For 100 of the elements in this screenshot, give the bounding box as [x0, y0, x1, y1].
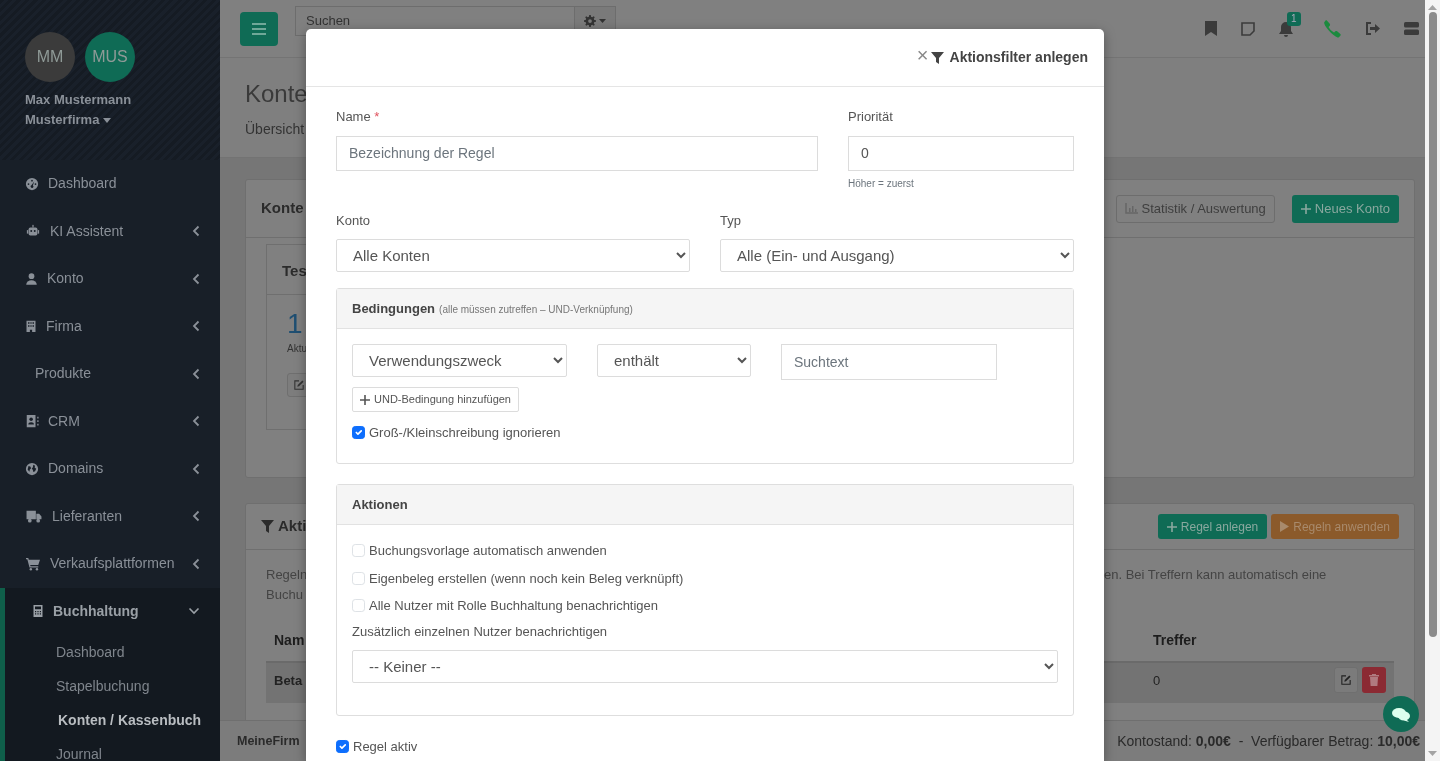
checkbox-label: Eigenbeleg erstellen (wenn noch kein Beleg verknüpft)	[369, 569, 684, 588]
add-condition-button[interactable]: UND-Bedingung hinzufügen	[352, 387, 519, 412]
table-cell: Beta	[274, 673, 303, 688]
field-label: Konto	[336, 211, 371, 230]
chevron-icon	[192, 415, 200, 428]
submenu-item[interactable]: Journal	[5, 737, 220, 761]
notification-count: 1	[1287, 12, 1301, 26]
menu-item[interactable]: Produkte	[0, 350, 220, 398]
chevron-icon	[192, 462, 200, 475]
cart-icon	[25, 556, 41, 571]
caret-icon	[103, 117, 112, 123]
menu-item[interactable]: Verkaufsplattformen	[0, 540, 220, 588]
select-field[interactable]: enthält	[597, 344, 751, 377]
description-text: en. Bei Treffern kann automatisch eine	[1104, 567, 1327, 582]
footer-brand: MeineFirm	[237, 732, 300, 750]
priority-field[interactable]: 0	[848, 135, 1074, 171]
delete-button[interactable]	[1362, 667, 1386, 693]
trash-icon	[1369, 674, 1379, 686]
search-text-field[interactable]: Suchtext	[781, 344, 997, 380]
checkbox-label: Groß-/Kleinschreibung ignorieren	[369, 424, 561, 442]
menu-item[interactable]: KI Assistent	[0, 207, 220, 255]
action-button[interactable]: Statistik / Auswertung	[1115, 194, 1275, 223]
submenu-item[interactable]: Konten / Kassenbuch	[5, 703, 220, 737]
card-title: Konte	[261, 198, 304, 219]
menu-item[interactable]: Lieferanten	[0, 492, 220, 540]
submenu-item[interactable]: Dashboard	[5, 635, 220, 669]
field-label: Name *	[336, 108, 381, 126]
chevron-icon	[192, 510, 200, 523]
play-icon	[1280, 521, 1290, 532]
menu-item[interactable]: Konto	[0, 255, 220, 303]
checkbox[interactable]	[336, 740, 349, 754]
truck-icon	[25, 509, 43, 524]
company-name[interactable]: Musterfirma	[25, 110, 100, 130]
chevron-icon	[192, 367, 200, 380]
checkbox-label: Alle Nutzer mit Rolle Buchhaltung benachrichtigen	[369, 597, 659, 615]
server-icon[interactable]	[1404, 22, 1419, 35]
building-icon	[25, 319, 37, 334]
field-label: Priorität	[848, 108, 894, 126]
section-title: Bedingungen	[352, 299, 436, 318]
plus-icon	[1166, 521, 1177, 532]
contact-card-icon	[25, 414, 39, 429]
card-title: Akti	[278, 516, 307, 537]
table-cell: 0	[1153, 673, 1161, 688]
filter-icon	[930, 51, 944, 64]
user-icon	[25, 271, 38, 286]
field-label: Zusätzlich einzelnen Nutzer benachrichtigen	[352, 622, 609, 641]
plus-icon	[360, 394, 370, 405]
scroll-down-icon[interactable]	[1428, 751, 1437, 756]
submenu-item[interactable]: Stapelbuchung	[5, 669, 220, 703]
chevron-icon	[192, 272, 200, 285]
checkbox[interactable]	[352, 426, 365, 440]
gear-icon	[584, 14, 596, 27]
page-title: Konte	[245, 79, 309, 109]
edit-icon	[1341, 674, 1351, 686]
user-name: Max Mustermann	[25, 91, 133, 109]
plus-icon	[1300, 203, 1311, 214]
tile-value: 1	[287, 308, 303, 339]
checkbox-label: Buchungsvorlage automatisch anwenden	[369, 542, 607, 560]
filter-icon	[261, 520, 274, 533]
menu-item[interactable]: Buchhaltung	[5, 587, 220, 635]
caret-icon	[599, 18, 606, 23]
menu-button[interactable]	[240, 11, 278, 46]
section-title: Aktionen	[352, 495, 408, 514]
close-button[interactable]: ×	[916, 44, 929, 65]
globe-icon	[25, 461, 39, 476]
scrollbar[interactable]	[1425, 0, 1440, 761]
note-icon[interactable]	[1241, 21, 1255, 36]
calculator-icon	[32, 604, 44, 619]
modal-title: Aktionsfilter anlegen	[949, 48, 1088, 67]
bell-icon[interactable]	[1279, 21, 1293, 37]
tile-title: Tes	[282, 262, 307, 279]
menu-item[interactable]: Domains	[0, 445, 220, 493]
gauge-icon	[25, 176, 39, 191]
bookmark-icon[interactable]	[1205, 21, 1217, 36]
scroll-thumb[interactable]	[1428, 12, 1437, 637]
select-field[interactable]: Verwendungszweck	[352, 344, 567, 377]
menu-item[interactable]: CRM	[0, 397, 220, 445]
edit-icon	[294, 379, 304, 391]
column-header: Nam	[274, 632, 305, 648]
column-header: Treffer	[1153, 632, 1197, 648]
chevron-icon	[192, 557, 200, 570]
tile-caption: Aktu	[287, 343, 307, 354]
menu-item[interactable]: Firma	[0, 302, 220, 350]
sign-out-icon[interactable]	[1365, 22, 1380, 35]
select-field[interactable]: Alle Konten	[336, 239, 690, 272]
checkbox-label: Regel aktiv	[353, 738, 418, 756]
chevron-icon	[188, 607, 200, 616]
menu-item[interactable]: Dashboard	[0, 160, 220, 208]
chat-icon	[1392, 706, 1410, 722]
description-text: Buchu	[266, 587, 303, 602]
bar-chart-icon	[1124, 203, 1138, 214]
select-field[interactable]: -- Keiner --	[352, 650, 1058, 683]
menu-icon	[252, 22, 266, 35]
select-field[interactable]: Alle (Ein- und Ausgang)	[720, 239, 1074, 272]
name-field[interactable]: Bezeichnung der Regel	[336, 135, 818, 171]
chevron-icon	[192, 320, 200, 333]
section-note: (alle müssen zutreffen – UND-Verknüpfung)	[439, 303, 633, 317]
scroll-up-icon[interactable]	[1428, 5, 1437, 10]
field-label: Typ	[720, 211, 742, 230]
avatar[interactable]: MM	[25, 32, 75, 82]
